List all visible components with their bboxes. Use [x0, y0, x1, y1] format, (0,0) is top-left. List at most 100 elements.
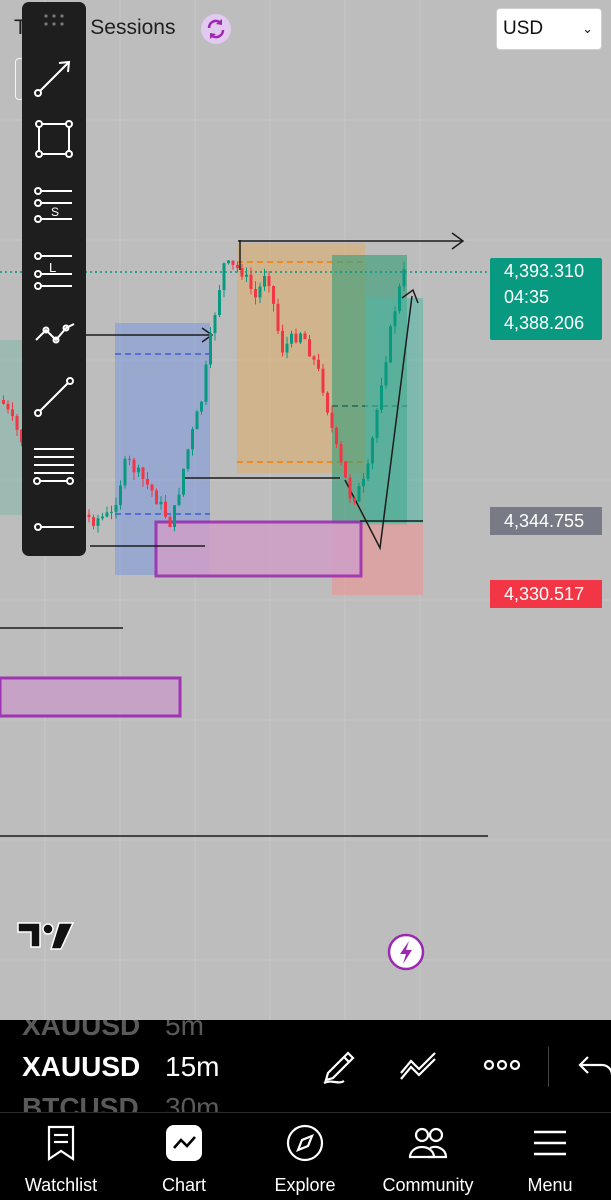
path-icon[interactable] [29, 307, 79, 357]
candle-body [105, 512, 109, 517]
menu-icon [534, 1130, 566, 1156]
nav-explore-label: Explore [274, 1175, 336, 1195]
candle-body [173, 505, 176, 528]
candle-body [123, 458, 127, 486]
candle-body [141, 467, 145, 479]
fib-channel-icon[interactable] [29, 438, 79, 488]
candle-body [2, 400, 5, 404]
long-position-icon[interactable]: L [29, 245, 79, 295]
candle-body [204, 364, 208, 402]
nav-chart[interactable]: Chart [134, 1113, 234, 1200]
long-position-profit [365, 298, 423, 523]
candle-body [168, 516, 172, 528]
nav-menu[interactable]: Menu [505, 1113, 595, 1200]
candle-body [398, 286, 401, 312]
candle-body [132, 459, 136, 473]
candle-body [114, 505, 118, 512]
session-box-left [0, 340, 24, 515]
more-icon[interactable] [480, 1043, 524, 1087]
candle-body [254, 288, 257, 298]
level-label-red: 4,330.517 [490, 580, 602, 608]
timeframe-15m[interactable]: 15m [165, 1051, 219, 1083]
sync-icon[interactable] [200, 13, 232, 45]
candle-body [380, 385, 383, 410]
nav-explore[interactable]: Explore [255, 1113, 355, 1200]
candle-body [164, 501, 167, 517]
candle-body [348, 477, 352, 499]
timeframe-30m[interactable]: 30m [165, 1092, 219, 1112]
candle-body [209, 333, 212, 365]
nav-watchlist-label: Watchlist [24, 1175, 98, 1195]
candle-body [110, 511, 113, 513]
candle-body [294, 333, 298, 343]
candle-body [303, 333, 307, 340]
horizontal-line-icon[interactable] [29, 502, 79, 552]
candle-body [335, 427, 338, 445]
candle-body [299, 333, 302, 343]
level-label-gray: 4,344.755 [490, 507, 602, 535]
nav-watchlist[interactable]: Watchlist [8, 1113, 114, 1200]
indicators-icon[interactable] [397, 1043, 441, 1087]
timeframe-5m[interactable]: 5m [165, 1020, 204, 1042]
candle-body [375, 409, 379, 438]
candle-body [285, 343, 289, 353]
candle-body [245, 274, 248, 277]
chart-icon [166, 1125, 202, 1161]
candle-body [339, 444, 343, 462]
candle-body [231, 260, 235, 265]
demand-zone-pink [0, 676, 182, 718]
candle-body [312, 356, 316, 360]
candle-body [213, 315, 217, 334]
currency-select[interactable]: USD ⌄ [496, 8, 602, 50]
candle-body [240, 268, 244, 277]
candle-body [402, 268, 406, 287]
candle-body [371, 437, 374, 464]
candle-body [321, 368, 325, 393]
candle-body [281, 330, 284, 353]
candle-body [272, 286, 275, 304]
candle-body [330, 412, 334, 428]
svg-text:S: S [51, 205, 59, 219]
symbol-item-xauusd-5m[interactable]: XAUUSD [22, 1020, 140, 1042]
nav-community-label: Community [382, 1175, 474, 1195]
candle-body [128, 458, 131, 460]
candle-body [357, 486, 361, 502]
candle-body [263, 276, 266, 287]
last-price: 4,393.310 [504, 261, 585, 281]
bar-countdown: 04:35 [504, 287, 550, 307]
candle-body [159, 501, 163, 505]
candle-body [326, 392, 329, 413]
flash-icon[interactable] [387, 933, 425, 971]
chart-area[interactable]: Trading Sessions USD ⌄ S L 4,393.310 04:… [0, 0, 611, 1020]
support-line-icon[interactable]: S [29, 180, 79, 230]
compass-icon [286, 1124, 324, 1162]
candle-body [384, 362, 388, 386]
candle-body [119, 485, 122, 506]
candle-body [182, 468, 185, 495]
nav-menu-label: Menu [527, 1175, 573, 1195]
trend-line-arrow-icon[interactable] [29, 52, 79, 102]
symbol-item-btcusd-30m[interactable]: BTCUSD [22, 1092, 139, 1112]
nav-community[interactable]: Community [375, 1113, 481, 1200]
bottom-navigation: Watchlist Chart Explore Community Menu [0, 1112, 611, 1200]
candle-body [11, 409, 14, 417]
candle-body [249, 274, 253, 289]
candle-body [186, 449, 190, 469]
rectangle-icon[interactable] [29, 114, 79, 164]
symbol-item-xauusd-15m[interactable]: XAUUSD [22, 1051, 140, 1083]
nav-chart-label: Chart [161, 1175, 206, 1195]
candle-body [236, 264, 239, 269]
pencil-icon[interactable] [318, 1043, 362, 1087]
watchlist-icon [47, 1125, 75, 1162]
candle-body [344, 461, 347, 478]
drag-handle-icon[interactable] [41, 12, 67, 28]
candle-body [227, 260, 230, 264]
candle-body [258, 286, 262, 298]
line-icon[interactable] [29, 372, 79, 422]
toolbar-divider [548, 1047, 549, 1087]
candle-body [96, 518, 100, 526]
candle-body [15, 416, 19, 430]
chevron-down-icon: ⌄ [582, 21, 593, 36]
candle-body [276, 303, 280, 331]
undo-icon[interactable] [574, 1043, 611, 1087]
